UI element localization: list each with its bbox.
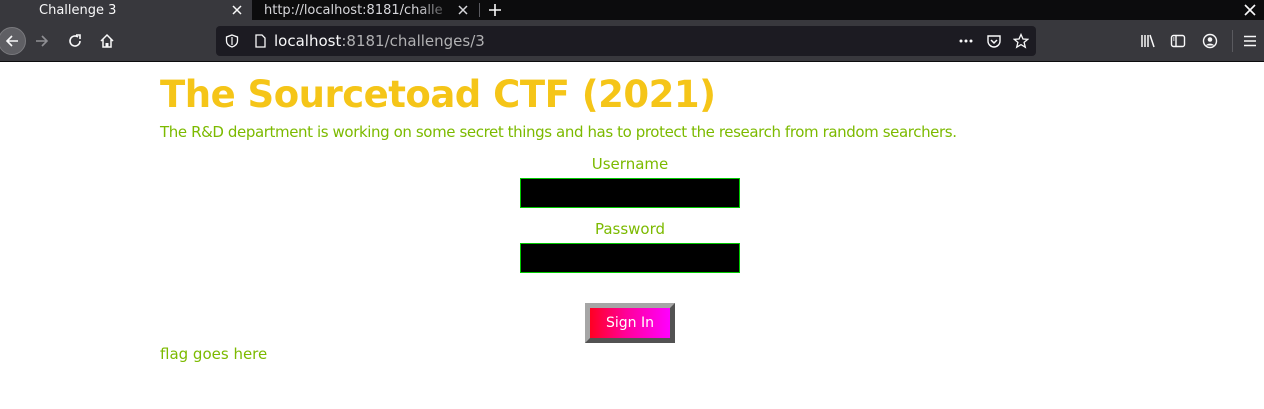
url-path: :8181/challenges/3 (341, 32, 485, 50)
page-content: The Sourcetoad CTF (2021) The R&D depart… (0, 63, 1264, 409)
forward-icon[interactable] (29, 28, 55, 54)
home-icon[interactable] (94, 28, 120, 54)
flag-text: flag goes here (160, 345, 268, 363)
page-icon[interactable] (252, 33, 268, 49)
address-bar[interactable]: localhost:8181/challenges/3 (216, 26, 1036, 56)
star-icon[interactable] (1013, 33, 1029, 49)
sign-in-button[interactable]: Sign In (585, 303, 675, 343)
close-icon[interactable] (230, 3, 244, 17)
tab-title: http://localhost:8181/challe (264, 2, 443, 18)
more-icon[interactable] (958, 33, 974, 49)
tab-divider (479, 3, 480, 17)
page-description: The R&D department is working on some se… (160, 123, 957, 141)
username-input[interactable] (520, 178, 740, 208)
reload-icon[interactable] (62, 28, 88, 54)
menu-icon[interactable] (1237, 28, 1263, 54)
pocket-icon[interactable] (986, 33, 1002, 49)
url-text[interactable]: localhost:8181/challenges/3 (274, 26, 485, 56)
tab-challenge-3[interactable]: Challenge 3 (0, 0, 252, 20)
sidebar-icon[interactable] (1165, 28, 1191, 54)
password-input[interactable] (520, 243, 740, 273)
tab-title: Challenge 3 (39, 2, 117, 18)
back-icon[interactable] (0, 27, 26, 55)
navigation-toolbar: localhost:8181/challenges/3 (0, 20, 1264, 62)
library-icon[interactable] (1135, 28, 1161, 54)
shield-icon[interactable] (224, 33, 240, 49)
tab-strip: Challenge 3 http://localhost:8181/challe (0, 0, 1264, 20)
tab-localhost[interactable]: http://localhost:8181/challe (254, 0, 478, 20)
username-label: Username (591, 155, 669, 173)
url-host: localhost (274, 32, 342, 50)
new-tab-icon[interactable] (485, 0, 505, 20)
account-icon[interactable] (1197, 28, 1223, 54)
page-title: The Sourcetoad CTF (2021) (160, 73, 716, 116)
close-icon[interactable] (456, 3, 470, 17)
password-label: Password (594, 220, 666, 238)
toolbar-divider (1232, 30, 1233, 52)
window-close-icon[interactable] (1240, 0, 1260, 20)
